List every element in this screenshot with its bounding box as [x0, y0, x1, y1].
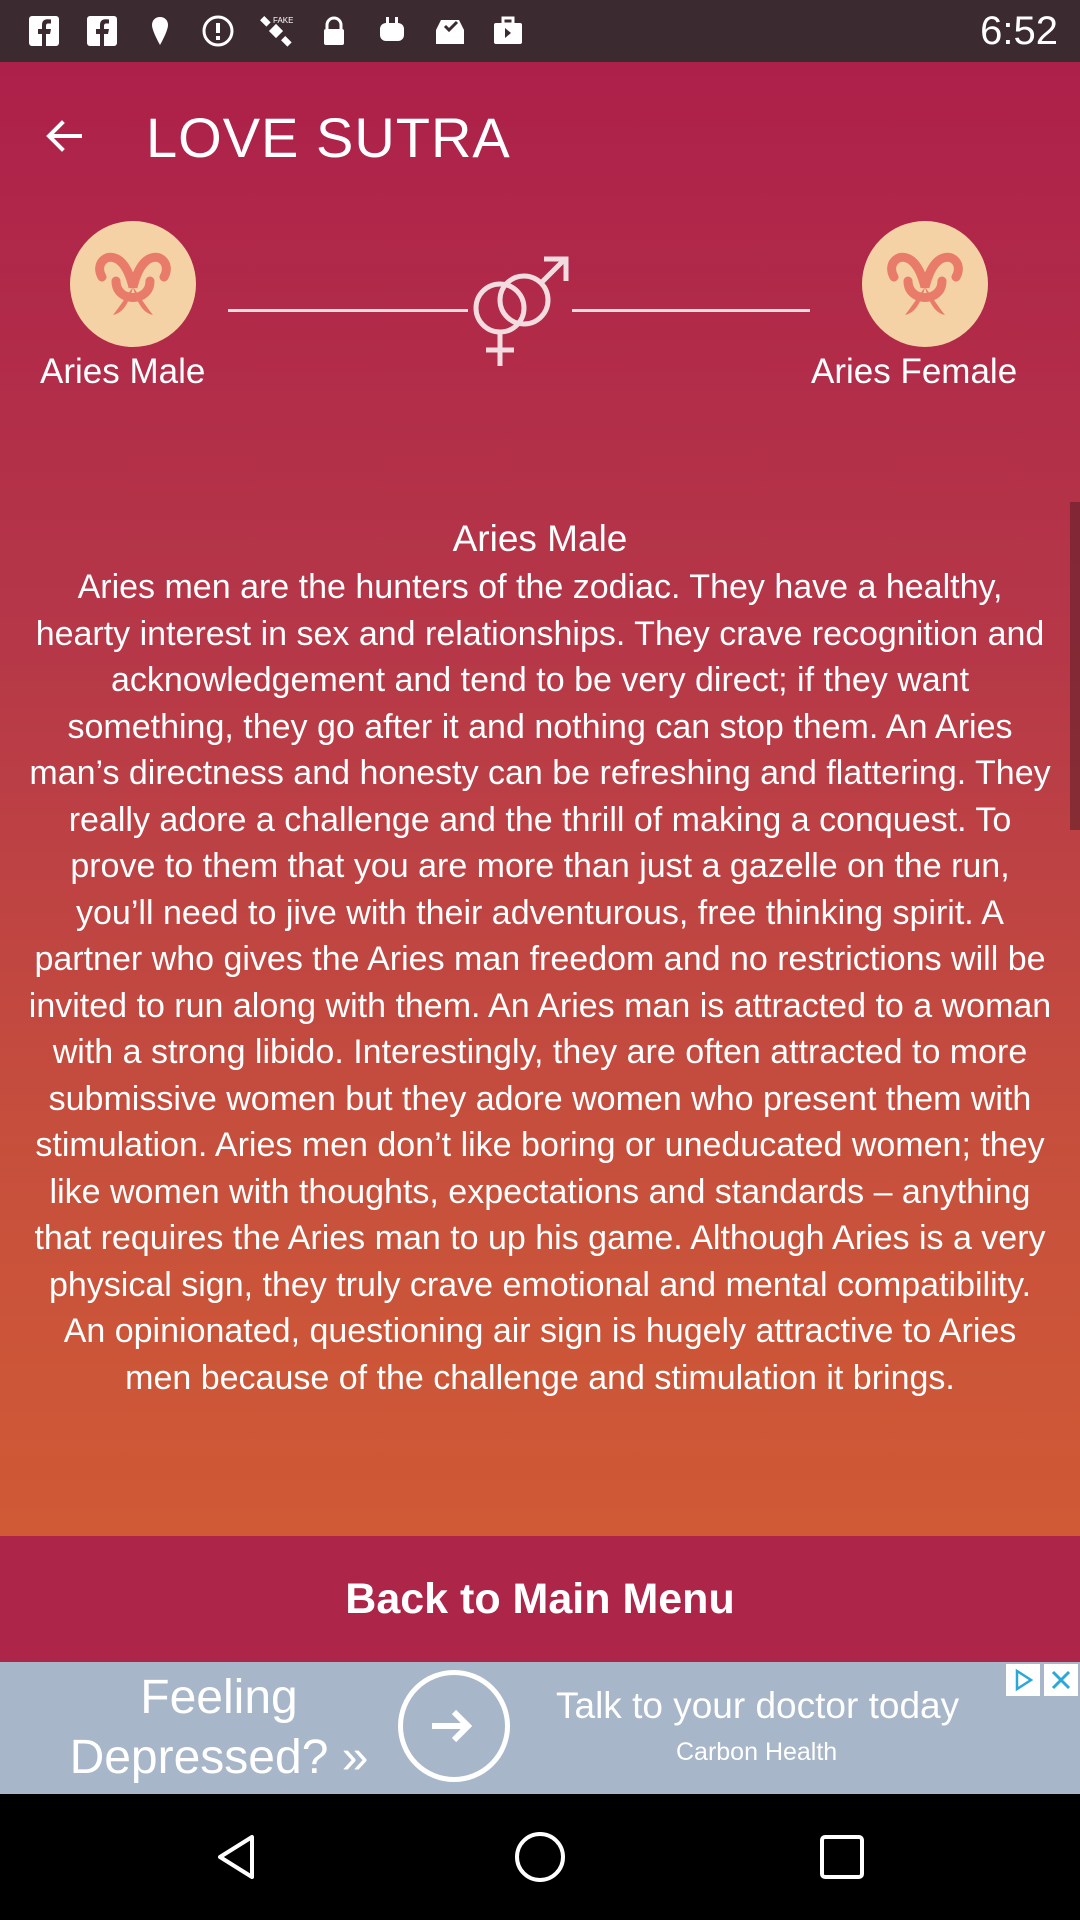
ad-advertiser: Carbon Health: [676, 1738, 838, 1766]
lock-icon: [316, 13, 352, 49]
arrow-right-icon[interactable]: [398, 1670, 510, 1782]
android-robot-icon: [374, 13, 410, 49]
inbox-icon: [432, 13, 468, 49]
satellite-icon: FAKE: [258, 13, 294, 49]
aries-sign-icon: [887, 252, 963, 315]
ad-headline-line1: Feeling: [140, 1671, 298, 1724]
adchoices-icon[interactable]: [1006, 1664, 1040, 1696]
right-sign-label: Aries Female: [811, 352, 1018, 391]
system-navigation-bar: [0, 1794, 1080, 1920]
recents-square-icon[interactable]: [812, 1827, 872, 1887]
facebook-icon: [26, 13, 62, 49]
svg-text:FAKE: FAKE: [273, 16, 293, 25]
back-arrow-icon[interactable]: [34, 106, 94, 166]
close-icon[interactable]: [1044, 1664, 1078, 1696]
ad-title: Talk to your doctor today: [556, 1685, 960, 1726]
facebook-icon: [84, 13, 120, 49]
scrollbar[interactable]: [1070, 502, 1080, 830]
alert-icon: [200, 13, 236, 49]
description-text: Aries men are the hunters of the zodiac.…: [28, 568, 1052, 1397]
aries-male-avatar: [70, 221, 196, 347]
page-title: LOVE SUTRA: [146, 106, 511, 169]
left-sign-label: Aries Male: [40, 352, 206, 391]
briefcase-icon: [490, 13, 526, 49]
connector-line: [572, 309, 810, 312]
section-heading: Aries Male: [452, 518, 628, 559]
home-circle-icon[interactable]: [510, 1827, 570, 1887]
back-triangle-icon[interactable]: [208, 1827, 268, 1887]
aries-sign-icon: [95, 252, 171, 315]
connector-line: [228, 309, 468, 312]
ad-headline-line2: Depressed? »: [69, 1731, 369, 1784]
ad-banner[interactable]: Feeling Depressed? » Talk to your doctor…: [0, 1662, 1080, 1794]
status-bar: FAKE 6:52: [0, 0, 1080, 62]
location-pin-icon: [142, 13, 178, 49]
gender-symbol-icon: [466, 254, 572, 370]
clock: 6:52: [980, 9, 1058, 53]
back-to-main-menu-button[interactable]: Back to Main Menu: [0, 1536, 1080, 1662]
app-content: LOVE SUTRA Aries Male Aries Female Aries…: [0, 62, 1080, 1536]
aries-female-avatar: [862, 221, 988, 347]
ad-headline: Feeling Depressed? »: [54, 1668, 384, 1788]
description-scroll-area[interactable]: Aries Male Aries men are the hunters of …: [0, 440, 1080, 1484]
toolbar: LOVE SUTRA: [0, 62, 1080, 207]
notification-icons: FAKE: [26, 13, 526, 49]
